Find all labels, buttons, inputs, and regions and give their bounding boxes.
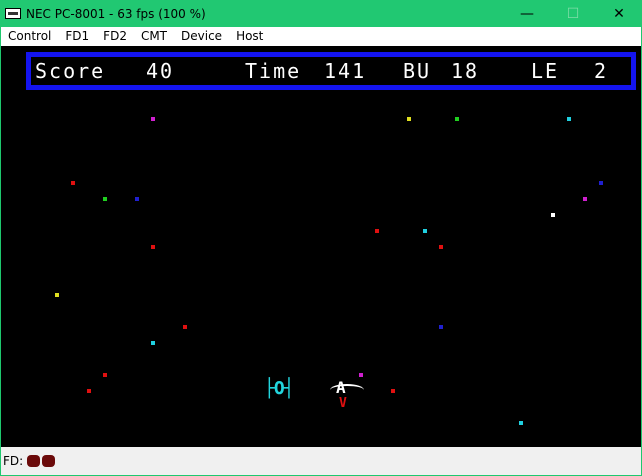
star xyxy=(71,181,75,185)
star xyxy=(375,229,379,233)
star xyxy=(359,373,363,377)
star xyxy=(151,117,155,121)
le-value: 2 xyxy=(594,59,609,83)
fd-status-label: FD: xyxy=(3,454,24,468)
menu-cmt[interactable]: CMT xyxy=(134,27,174,46)
star xyxy=(439,245,443,249)
bu-label: BU xyxy=(403,59,432,83)
window-controls: — ☐ ✕ xyxy=(504,0,642,27)
star xyxy=(391,389,395,393)
emulator-screen[interactable]: Score 40 Time 141 BU 18 LE 2 ├O┤ A V xyxy=(1,46,641,447)
score-value: 40 xyxy=(146,59,175,83)
hud-row: Score 40 Time 141 BU 18 LE 2 xyxy=(31,57,631,85)
menu-control[interactable]: Control xyxy=(1,27,58,46)
star xyxy=(135,197,139,201)
time-value: 141 xyxy=(324,59,367,83)
fd2-access-led xyxy=(42,455,56,467)
window-title: NEC PC-8001 - 63 fps (100 %) xyxy=(26,6,206,21)
star xyxy=(455,117,459,121)
title-bar[interactable]: NEC PC-8001 - 63 fps (100 %) — ☐ ✕ xyxy=(0,0,642,27)
star xyxy=(103,373,107,377)
enemy-ship: ├O┤ xyxy=(264,378,294,399)
star xyxy=(567,117,571,121)
star xyxy=(151,341,155,345)
close-button[interactable]: ✕ xyxy=(596,0,642,27)
le-label: LE xyxy=(531,59,560,83)
star xyxy=(519,421,523,425)
star xyxy=(599,181,603,185)
score-label: Score xyxy=(35,59,106,83)
menu-device[interactable]: Device xyxy=(174,27,229,46)
fd1-access-led xyxy=(27,455,41,467)
star xyxy=(183,325,187,329)
player-ship-wings xyxy=(330,384,364,396)
player-flame: V xyxy=(339,396,347,411)
star xyxy=(423,229,427,233)
star xyxy=(407,117,411,121)
menu-fd2[interactable]: FD2 xyxy=(96,27,134,46)
app-icon xyxy=(5,8,21,19)
minimize-button[interactable]: — xyxy=(504,0,550,27)
status-bar: FD: xyxy=(1,447,641,475)
menu-bar: Control FD1 FD2 CMT Device Host xyxy=(1,27,641,46)
star xyxy=(439,325,443,329)
menu-host[interactable]: Host xyxy=(229,27,270,46)
menu-fd1[interactable]: FD1 xyxy=(58,27,96,46)
bu-value: 18 xyxy=(451,59,480,83)
hud-panel: Score 40 Time 141 BU 18 LE 2 xyxy=(26,52,636,90)
star xyxy=(151,245,155,249)
maximize-button[interactable]: ☐ xyxy=(550,0,596,27)
star xyxy=(87,389,91,393)
time-label: Time xyxy=(245,59,302,83)
star xyxy=(551,213,555,217)
star xyxy=(55,293,59,297)
star xyxy=(583,197,587,201)
star xyxy=(103,197,107,201)
